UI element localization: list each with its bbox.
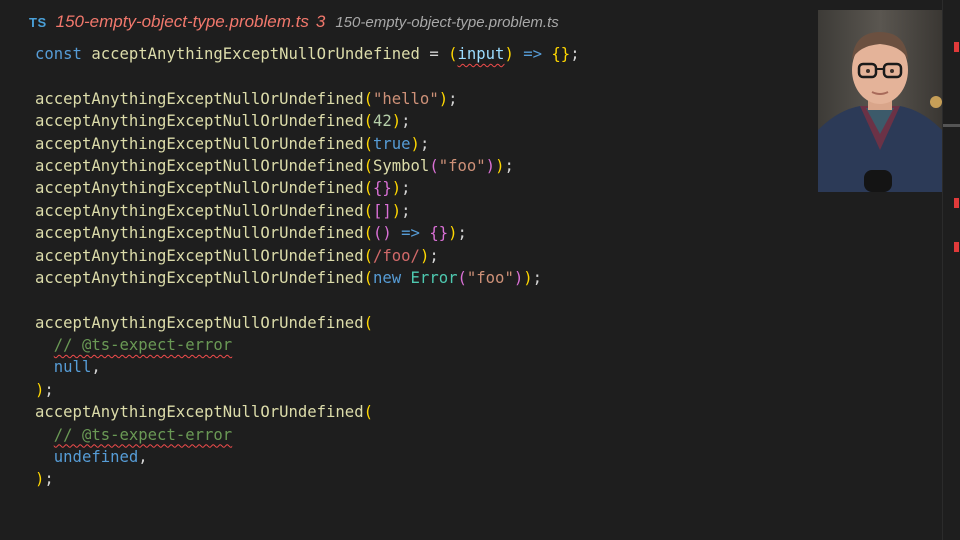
code-line: acceptAnythingExceptNullOrUndefined(/foo…	[35, 246, 439, 265]
scrollbar-slider[interactable]	[943, 124, 960, 127]
code-line: acceptAnythingExceptNullOrUndefined(() =…	[35, 224, 467, 243]
typescript-file-icon: TS	[29, 14, 47, 30]
error-marker[interactable]	[954, 242, 959, 252]
error-marker[interactable]	[954, 198, 959, 208]
problem-count-badge: 3	[315, 12, 326, 31]
code-line: undefined,	[53, 448, 148, 467]
code-line: acceptAnythingExceptNullOrUndefined(new …	[35, 268, 543, 287]
ts-expect-error-comment: // @ts-expect-error	[53, 425, 233, 444]
code-line: acceptAnythingExceptNullOrUndefined([]);	[35, 201, 411, 220]
code-line: acceptAnythingExceptNullOrUndefined({});	[35, 179, 411, 198]
code-line: );	[35, 470, 54, 489]
error-marker[interactable]	[954, 42, 959, 52]
presenter-avatar	[818, 10, 942, 192]
code-line: // @ts-expect-error	[35, 424, 815, 446]
code-line: null,	[53, 358, 101, 377]
presenter-webcam	[818, 10, 942, 192]
tab-description: 150-empty-object-type.problem.ts	[335, 13, 559, 31]
ts-expect-error-comment: // @ts-expect-error	[53, 336, 233, 355]
vertical-scrollbar[interactable]	[942, 0, 960, 540]
code-line: acceptAnythingExceptNullOrUndefined(	[35, 313, 373, 332]
tab-filename[interactable]: 150-empty-object-type.problem.ts	[56, 12, 309, 32]
code-line: const acceptAnythingExceptNullOrUndefine…	[35, 45, 580, 63]
code-line: acceptAnythingExceptNullOrUndefined(true…	[35, 134, 430, 153]
code-line: acceptAnythingExceptNullOrUndefined(Symb…	[35, 156, 514, 175]
editor-tab[interactable]: TS 150-empty-object-type.problem.ts 3 15…	[0, 0, 940, 44]
code-line: acceptAnythingExceptNullOrUndefined("hel…	[35, 89, 458, 108]
code-line: acceptAnythingExceptNullOrUndefined(42);	[35, 112, 411, 131]
code-line: // @ts-expect-error	[35, 334, 815, 356]
code-line: acceptAnythingExceptNullOrUndefined(	[35, 403, 373, 422]
code-editor[interactable]: const acceptAnythingExceptNullOrUndefine…	[35, 43, 815, 491]
code-line: );	[35, 380, 54, 399]
param-input: input	[457, 45, 505, 63]
